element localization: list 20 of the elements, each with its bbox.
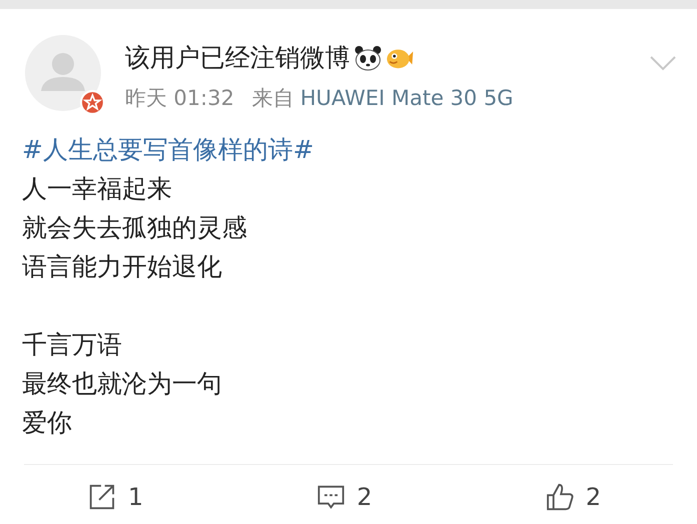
poem-line: 人一幸福起来: [22, 173, 172, 205]
poem-line: 爱你: [22, 407, 72, 439]
poem-line: 最终也就沦为一句: [22, 368, 222, 400]
avatar-icon[interactable]: [25, 35, 101, 111]
poem-line: 千言万语: [22, 329, 122, 361]
post-time: 昨天 01:32: [125, 86, 234, 110]
thumbs-up-icon[interactable]: [546, 483, 574, 511]
poem-line: 语言能力开始退化: [22, 251, 222, 283]
action-count: 2: [356, 483, 372, 511]
hashtag-link[interactable]: #人生总要写首像样的诗#: [22, 130, 675, 169]
comment-icon[interactable]: [316, 483, 345, 511]
share-icon[interactable]: [88, 483, 116, 511]
user-name[interactable]: 该用户已经注销微博: [125, 41, 350, 74]
source-label: 来自: [252, 86, 294, 110]
action-count: 1: [128, 483, 144, 511]
panda-icon: [354, 44, 382, 70]
badge-icon: [80, 90, 105, 115]
action-count: 2: [586, 483, 601, 511]
device-source: HUAWEI Mate 30 5G: [300, 86, 514, 110]
poem-line: 就会失去孤独的灵感: [22, 212, 247, 244]
